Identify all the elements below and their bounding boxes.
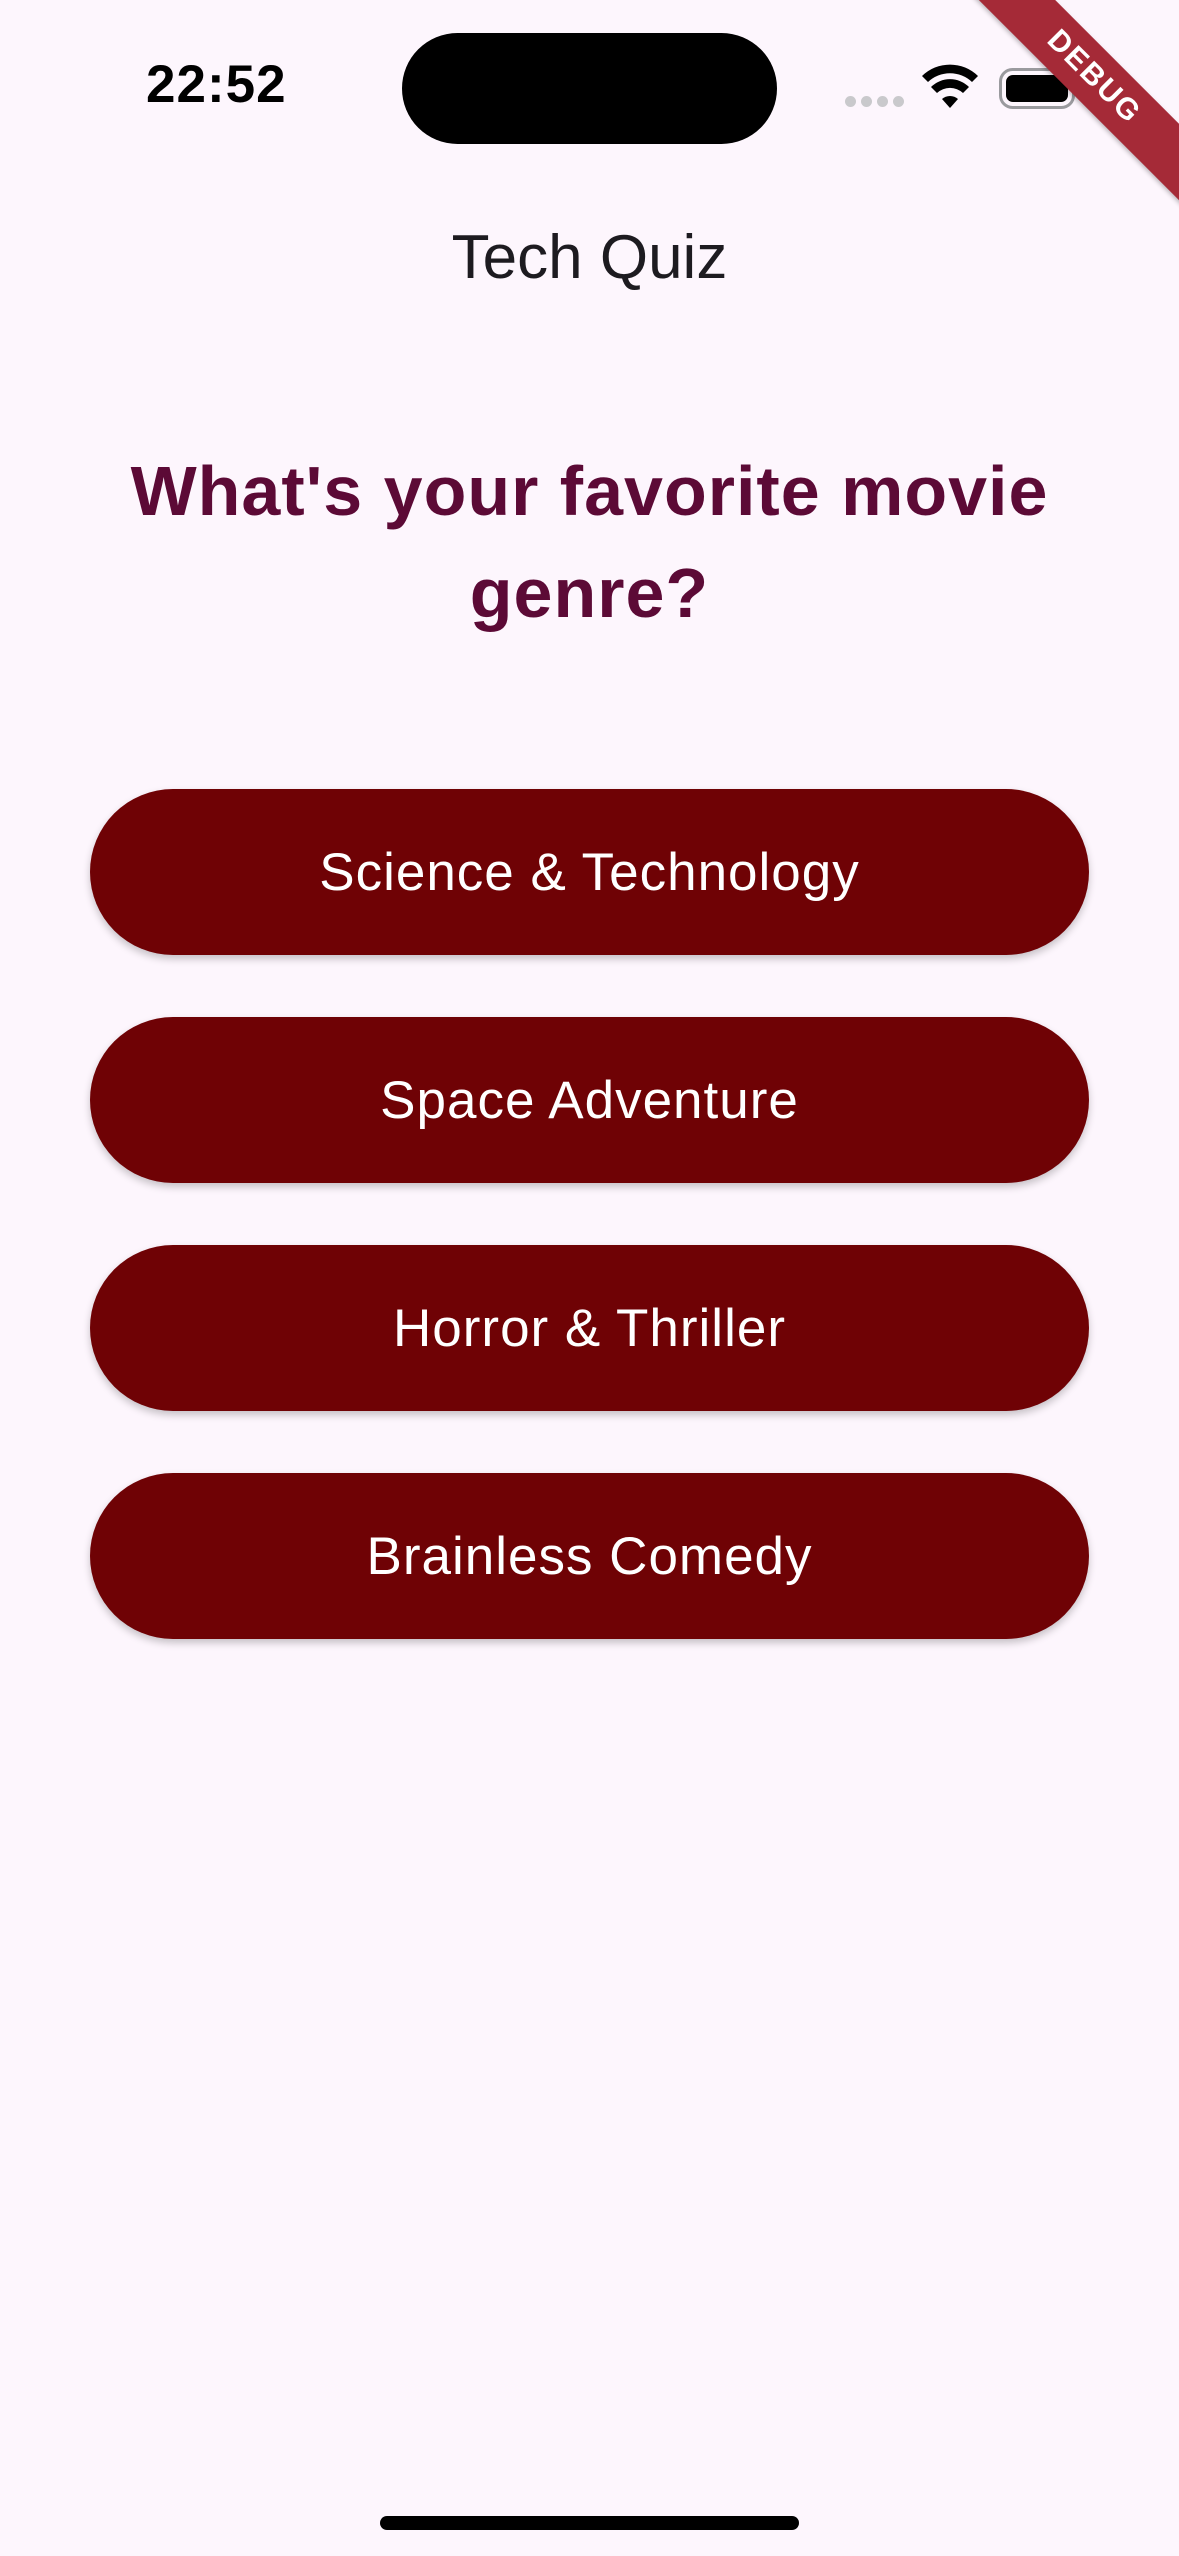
answer-button-brainless-comedy[interactable]: Brainless Comedy (90, 1473, 1089, 1639)
app-bar-title: Tech Quiz (451, 223, 728, 292)
cellular-dots-icon (845, 96, 905, 108)
question-text: What's your favorite movie genre? (130, 452, 1049, 632)
status-time: 22:52 (146, 55, 287, 114)
answer-button-space-adventure[interactable]: Space Adventure (90, 1017, 1089, 1183)
home-indicator[interactable] (380, 2516, 799, 2530)
dynamic-island (402, 33, 777, 144)
status-bar: 22:52 (0, 0, 1179, 170)
answer-button-science-technology[interactable]: Science & Technology (90, 789, 1089, 955)
wifi-icon (922, 64, 978, 108)
answer-list: Science & Technology Space Adventure Hor… (90, 789, 1089, 1701)
answer-button-horror-thriller[interactable]: Horror & Thriller (90, 1245, 1089, 1411)
